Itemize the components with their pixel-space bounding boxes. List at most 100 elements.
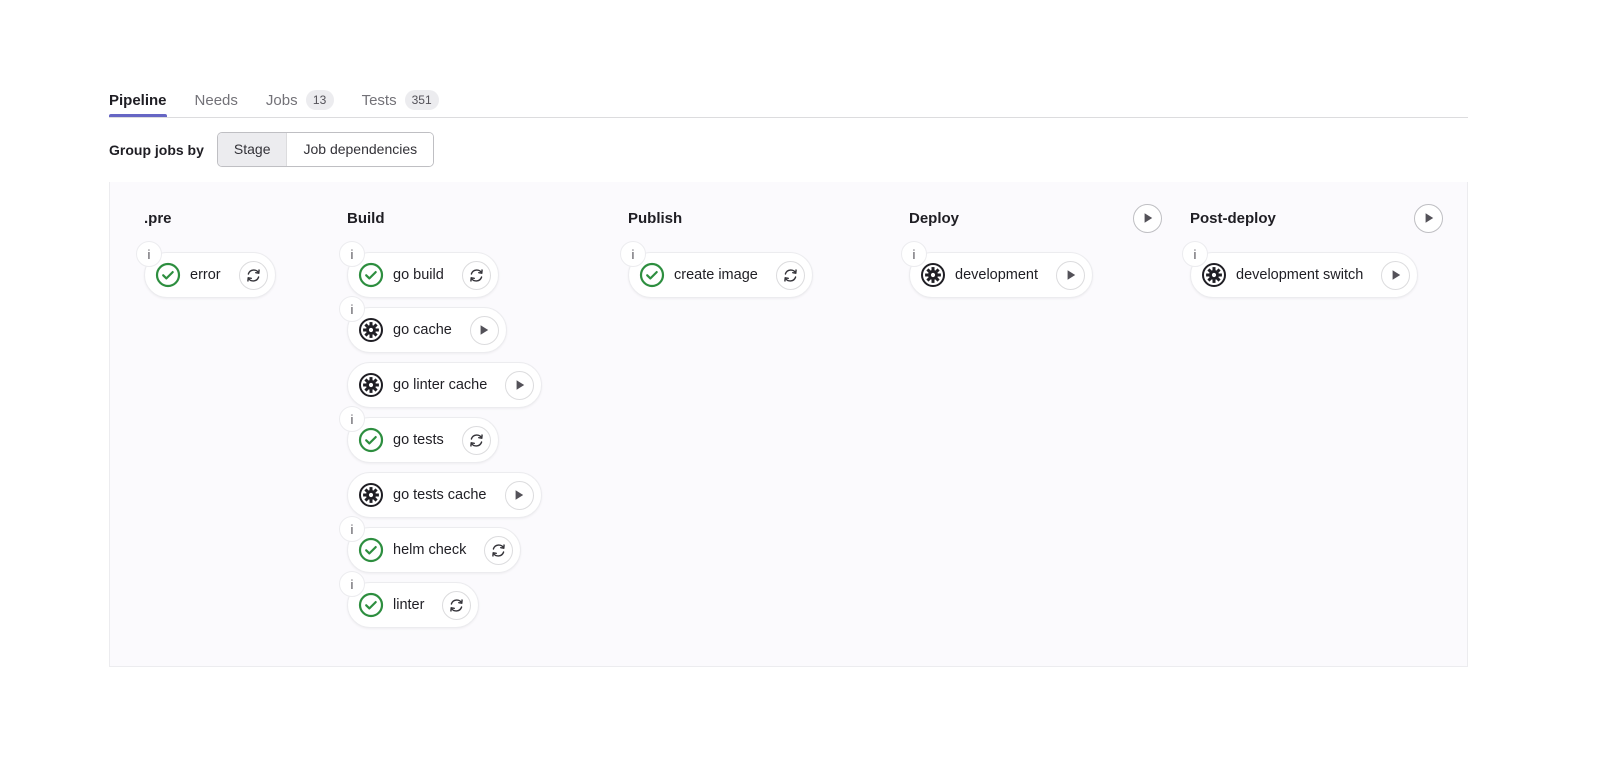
stage-play-all-button[interactable] [1414,203,1443,233]
job-item: development switch i [1182,241,1461,298]
job-item: development i [901,241,1180,298]
job-item: go cache i [339,296,618,353]
stage-header: Post-deploy [1190,203,1461,233]
pipeline-page: Pipeline Needs Jobs 13 Tests 351 Group jobs b… [0,0,1600,775]
tab-needs[interactable]: Needs [195,74,238,117]
group-by-option-stage[interactable]: Stage [217,133,287,166]
job-info-badge-icon[interactable]: i [1182,241,1208,267]
job-info-badge-icon[interactable]: i [620,241,646,267]
job-pill[interactable]: helm check [347,527,522,573]
job-play-button[interactable] [1381,260,1411,290]
job-name: go build [393,267,444,283]
group-by-option-job-dependencies[interactable]: Job dependencies [286,133,434,166]
retry-icon [450,598,464,612]
job-item: error i [136,241,337,298]
stage-title: Publish [628,209,683,227]
stage-title: Deploy [909,209,960,227]
job-retry-button[interactable] [442,590,472,620]
job-name: helm check [393,542,467,558]
pipeline-tabbar: Pipeline Needs Jobs 13 Tests 351 [109,74,1468,118]
tab-jobs[interactable]: Jobs 13 [266,74,334,117]
job-status-icon [358,262,384,288]
stage-job-list: create image i [620,241,899,298]
stage-play-all-button[interactable] [1133,203,1162,233]
check-circle-icon [358,537,384,563]
job-retry-button[interactable] [461,260,491,290]
stage-job-list: development switch i [1182,241,1461,298]
job-play-button[interactable] [505,370,535,400]
group-jobs-by-label: Group jobs by [109,141,204,158]
stage-job-list: development i [901,241,1180,298]
check-circle-icon [358,262,384,288]
tab-label: Needs [194,91,238,109]
tab-count-badge: 351 [404,90,439,110]
retry-icon [492,543,506,557]
stage-title: Build [347,209,385,227]
job-play-button[interactable] [504,480,534,510]
pipeline-graph-panel: .pre error iBuild go build i go cache i [109,182,1468,667]
group-jobs-by-segmented-control[interactable]: Stage Job dependencies [217,133,434,166]
gear-circle-icon [1202,263,1226,287]
stage-job-list: go build i go cache i go linter cache go… [339,241,618,628]
job-play-button[interactable] [469,315,499,345]
retry-icon [246,268,260,282]
job-info-badge-icon[interactable]: i [339,516,365,542]
job-item: go tests cache [347,472,618,518]
stage-header: Deploy [909,203,1180,233]
play-icon [480,325,489,335]
job-name: linter [393,597,425,613]
tab-pipeline[interactable]: Pipeline [109,74,167,117]
check-circle-icon [358,592,384,618]
play-icon [1067,270,1075,280]
job-name: go linter cache [393,377,488,393]
job-item: go build i [339,241,618,298]
job-pill[interactable]: go build [347,252,499,298]
tab-tests[interactable]: Tests 351 [362,74,439,117]
retry-icon [784,268,797,282]
job-retry-button[interactable] [484,535,514,565]
job-info-badge-icon[interactable]: i [136,241,162,267]
job-status-icon [358,482,384,508]
job-retry-button[interactable] [238,260,268,290]
job-pill[interactable]: go linter cache [347,362,543,408]
job-status-icon [920,262,946,288]
job-info-badge-icon[interactable]: i [901,241,927,267]
stage-column-build: Build go build i go cache i go linter ca… [339,204,628,666]
job-status-icon [639,262,665,288]
job-retry-button[interactable] [775,260,805,290]
check-circle-icon [358,427,384,453]
job-pill[interactable]: go tests [347,417,499,463]
job-pill[interactable]: go tests cache [347,472,542,518]
job-pill[interactable]: error [144,252,276,298]
job-info-badge-icon[interactable]: i [339,571,365,597]
job-item: create image i [620,241,899,298]
job-pill[interactable]: development [909,252,1094,298]
job-item: linter i [339,571,618,628]
gear-circle-icon [921,263,945,287]
stage-title: Post-deploy [1190,209,1276,227]
stage-column-deploy: Deploy development i [901,203,1190,666]
job-pill[interactable]: development switch [1190,252,1419,298]
job-status-icon [358,592,384,618]
job-play-button[interactable] [1056,260,1086,290]
job-name: go tests [393,432,444,448]
stage-column-publish: Publish create image i [620,204,909,666]
gear-circle-icon [359,373,383,397]
tab-label: Pipeline [109,91,167,109]
stage-header: Build [347,204,618,232]
job-status-icon [358,427,384,453]
job-pill[interactable]: go cache [347,307,507,353]
play-icon [515,490,524,500]
retry-icon [470,268,483,282]
job-name: create image [674,267,758,283]
job-pill[interactable]: linter [347,582,480,628]
job-retry-button[interactable] [461,425,491,455]
check-circle-icon [639,262,665,288]
play-icon [516,380,525,390]
job-name: development switch [1236,267,1364,283]
job-info-badge-icon[interactable]: i [339,296,365,322]
job-info-badge-icon[interactable]: i [339,241,365,267]
job-pill[interactable]: create image [628,252,813,298]
job-info-badge-icon[interactable]: i [339,406,365,432]
retry-icon [470,433,483,447]
